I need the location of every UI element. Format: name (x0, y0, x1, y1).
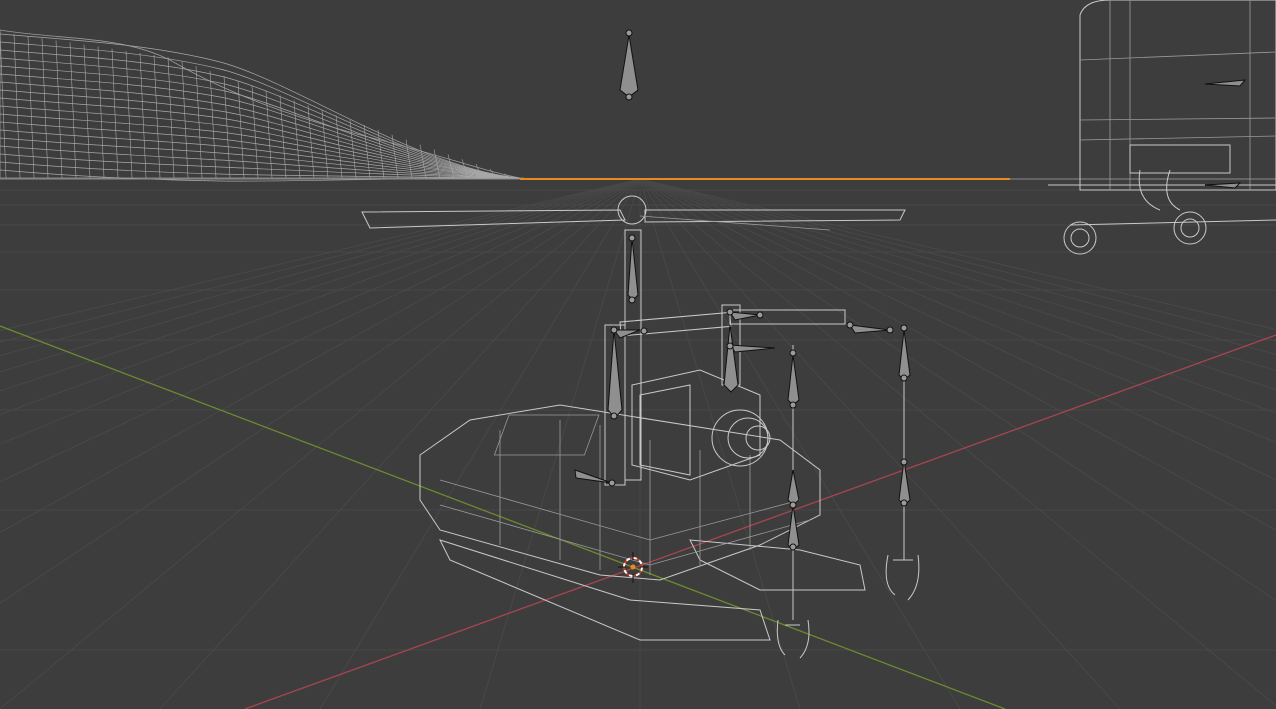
y-axis-line (0, 325, 1006, 709)
terrain-wire (181, 61, 189, 179)
grid-line (0, 178, 641, 709)
x-axis-line (244, 334, 1276, 709)
terrain-wire (153, 55, 161, 179)
3d-viewport[interactable] (0, 0, 1276, 709)
grid-line (639, 178, 801, 709)
terrain-wire (55, 40, 63, 179)
terrain-wire (83, 44, 91, 179)
grid-line (319, 178, 641, 709)
terrain-wire (139, 52, 147, 179)
terrain-mesh[interactable] (0, 29, 524, 182)
vehicle-mesh[interactable] (1048, 0, 1276, 255)
floor-grid (0, 178, 1276, 709)
terrain-wire (0, 129, 521, 179)
terrain-wire (69, 42, 77, 179)
terrain-wire (13, 34, 21, 179)
terrain-wire (0, 41, 521, 179)
terrain-wire (125, 50, 133, 179)
terrain-wire (279, 95, 287, 179)
terrain-wire (419, 144, 427, 179)
grid-line (639, 178, 961, 709)
viewport-canvas[interactable] (0, 0, 1276, 709)
terrain-wire (307, 105, 315, 179)
light-bone[interactable] (619, 29, 639, 101)
terrain-wire (0, 31, 7, 179)
terrain-wire (0, 145, 521, 179)
terrain-wire (321, 110, 329, 179)
grid-line (639, 178, 1276, 707)
terrain-wire (167, 57, 175, 179)
